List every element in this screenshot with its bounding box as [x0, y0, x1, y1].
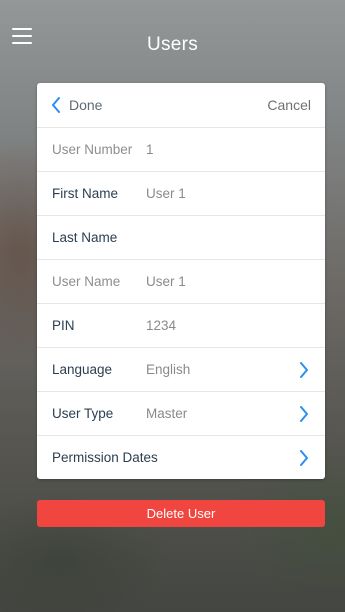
- pin-label: PIN: [52, 318, 75, 333]
- page-title: Users: [146, 34, 199, 55]
- user-name-row: User Name User 1: [37, 260, 325, 304]
- last-name-label: Last Name: [52, 230, 118, 245]
- first-name-row[interactable]: First Name User 1: [37, 172, 325, 216]
- user-type-label: User Type: [52, 406, 114, 421]
- user-type-value: Master: [146, 406, 188, 421]
- user-number-value: 1: [146, 142, 154, 157]
- card-header: Done Cancel: [37, 83, 325, 128]
- done-label: Done: [69, 97, 103, 113]
- user-detail-card: Done Cancel User Number 1 First Name Use…: [37, 83, 325, 479]
- done-button[interactable]: Done: [51, 97, 102, 113]
- last-name-row[interactable]: Last Name: [37, 216, 325, 260]
- chevron-left-icon: [52, 97, 60, 113]
- chevron-right-icon[interactable]: [299, 361, 309, 378]
- chevron-right-icon[interactable]: [299, 405, 309, 422]
- language-row[interactable]: Language English: [37, 348, 325, 392]
- user-name-label: User Name: [52, 274, 121, 289]
- user-name-value: User 1: [146, 274, 186, 289]
- permission-dates-row[interactable]: Permission Dates: [37, 436, 325, 479]
- first-name-field[interactable]: User 1: [146, 186, 186, 201]
- pin-row[interactable]: PIN 1234: [37, 304, 325, 348]
- user-type-row[interactable]: User Type Master: [37, 392, 325, 436]
- user-number-label: User Number: [52, 142, 133, 157]
- cancel-button[interactable]: Cancel: [267, 97, 311, 113]
- language-label: Language: [52, 362, 113, 377]
- chevron-right-icon[interactable]: [299, 449, 309, 466]
- first-name-label: First Name: [52, 186, 119, 201]
- user-number-row: User Number 1: [37, 128, 325, 172]
- language-value: English: [146, 362, 191, 377]
- permission-dates-label: Permission Dates: [52, 450, 158, 465]
- delete-user-button[interactable]: Delete User: [37, 500, 325, 527]
- pin-field[interactable]: 1234: [146, 318, 176, 333]
